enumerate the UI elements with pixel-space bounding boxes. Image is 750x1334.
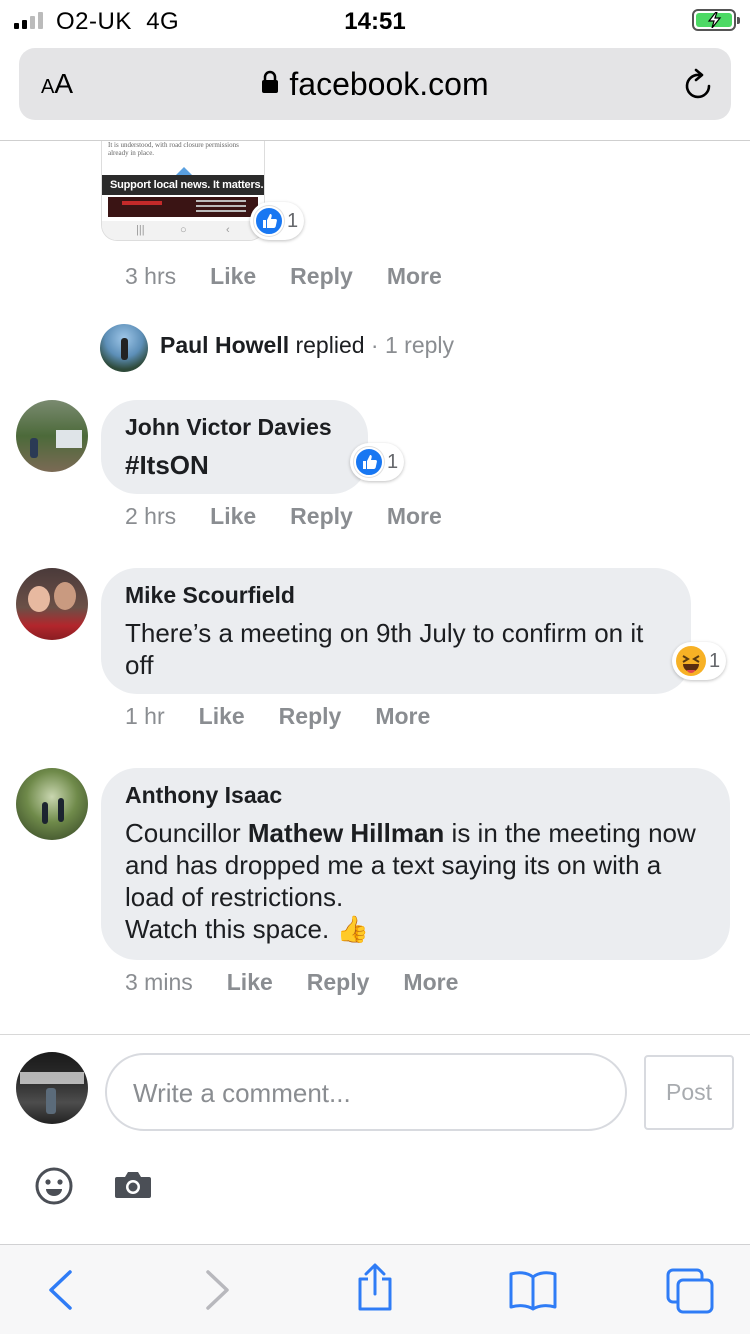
like-reaction-icon xyxy=(354,447,384,477)
preview-poster xyxy=(108,197,258,217)
comment-author[interactable]: Mike Scourfield xyxy=(125,582,667,609)
comment-time: 1 hr xyxy=(125,703,165,729)
comment-text-part: Watch this space. xyxy=(125,914,330,944)
like-link[interactable]: Like xyxy=(210,503,256,530)
post-button[interactable]: Post xyxy=(644,1055,734,1130)
replied-label: replied xyxy=(295,332,365,358)
more-link[interactable]: More xyxy=(403,969,458,996)
comment-author[interactable]: John Victor Davies xyxy=(125,414,344,441)
address-bar[interactable]: AA facebook.com xyxy=(19,48,731,120)
comment-composer[interactable] xyxy=(105,1053,627,1131)
comment-actions: 3 mins Like Reply More xyxy=(125,969,492,996)
reaction-badge[interactable]: 1 xyxy=(250,202,305,240)
composer-divider xyxy=(0,1034,750,1035)
comment-actions: 3 hrs Like Reply More xyxy=(125,263,476,290)
separator-dot: · xyxy=(370,332,379,358)
avatar-anthony-isaac[interactable] xyxy=(16,768,88,840)
comment-text-part: Councillor xyxy=(125,818,248,848)
comment-actions: 2 hrs Like Reply More xyxy=(125,503,476,530)
comment-author[interactable]: Anthony Isaac xyxy=(125,782,706,809)
reaction-badge[interactable]: 1 xyxy=(350,443,405,481)
comment-time: 3 hrs xyxy=(125,263,177,289)
reply-count: 1 reply xyxy=(384,332,455,358)
haha-reaction-icon xyxy=(676,646,706,676)
reply-link[interactable]: Reply xyxy=(290,503,353,530)
comment-actions: 1 hr Like Reply More xyxy=(125,703,464,730)
avatar-paul-howell[interactable] xyxy=(100,324,148,372)
smiley-icon[interactable] xyxy=(34,1166,74,1211)
comment-bubble: Anthony Isaac Councillor Mathew Hillman … xyxy=(101,768,730,960)
more-link[interactable]: More xyxy=(387,263,442,290)
url-display[interactable]: facebook.com xyxy=(19,66,731,105)
like-link[interactable]: Like xyxy=(199,703,245,730)
shared-image-preview[interactable]: It is understood, with road closure perm… xyxy=(101,141,265,241)
comment-time: 2 hrs xyxy=(125,503,177,529)
status-time: 14:51 xyxy=(344,8,406,35)
comment-text[interactable]: There’s a meeting on 9th July to confirm… xyxy=(125,617,667,681)
avatar-mike-scourfield[interactable] xyxy=(16,568,88,640)
more-link[interactable]: More xyxy=(375,703,430,730)
tabs-icon[interactable] xyxy=(664,1267,716,1320)
status-bar: O2-UK 4G 14:51 xyxy=(0,0,750,40)
lock-icon xyxy=(261,65,279,102)
like-link[interactable]: Like xyxy=(227,969,273,996)
reaction-count: 1 xyxy=(387,450,399,473)
preview-caption: It is understood, with road closure perm… xyxy=(108,141,239,157)
share-icon[interactable] xyxy=(354,1263,396,1318)
reply-link[interactable]: Reply xyxy=(307,969,370,996)
reaction-badge[interactable]: 1 xyxy=(672,642,727,680)
avatar-john-victor-davies[interactable] xyxy=(16,400,88,472)
reply-link[interactable]: Reply xyxy=(279,703,342,730)
comment-text[interactable]: Councillor Mathew Hillman is in the meet… xyxy=(125,817,706,945)
reload-icon[interactable] xyxy=(683,68,715,107)
comment-bubble: Mike Scourfield There’s a meeting on 9th… xyxy=(101,568,691,694)
view-replies-link[interactable]: Paul Howell replied · 1 reply xyxy=(160,332,454,359)
reaction-count: 1 xyxy=(287,209,299,232)
current-user-avatar[interactable] xyxy=(16,1052,88,1124)
preview-phone-navbar: ||| ○ ‹ xyxy=(102,221,264,240)
mention-link[interactable]: Mathew Hillman xyxy=(248,818,444,848)
safari-toolbar xyxy=(0,1244,750,1334)
comment-text[interactable]: #ItsON xyxy=(125,449,344,481)
more-link[interactable]: More xyxy=(387,503,442,530)
battery-charging-icon xyxy=(692,9,740,31)
comment-input[interactable] xyxy=(133,1073,593,1113)
forward-icon[interactable] xyxy=(204,1269,232,1316)
reply-link[interactable]: Reply xyxy=(290,263,353,290)
like-link[interactable]: Like xyxy=(210,263,256,290)
preview-banner: Support local news. It matters. xyxy=(102,175,264,195)
camera-icon[interactable] xyxy=(114,1170,152,1205)
replier-name: Paul Howell xyxy=(160,332,290,358)
thumbs-up-emoji-icon: 👍 xyxy=(336,914,369,944)
like-reaction-icon xyxy=(254,206,284,236)
domain-text: facebook.com xyxy=(289,66,489,102)
back-icon[interactable] xyxy=(46,1269,74,1316)
reaction-count: 1 xyxy=(709,649,721,672)
comment-time: 3 mins xyxy=(125,969,193,995)
bookmarks-icon[interactable] xyxy=(508,1269,558,1316)
comment-bubble: John Victor Davies #ItsON xyxy=(101,400,368,494)
